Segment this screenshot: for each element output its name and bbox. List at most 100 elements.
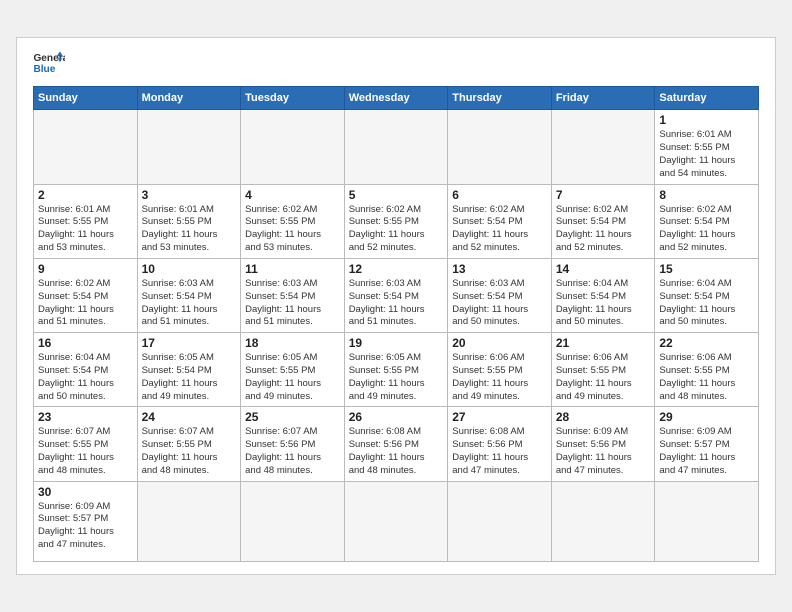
day-info: Sunrise: 6:05 AMSunset: 5:55 PMDaylight:…	[245, 352, 340, 403]
day-number: 9	[38, 262, 133, 276]
calendar-cell: 19 Sunrise: 6:05 AMSunset: 5:55 PMDayligh…	[344, 333, 448, 407]
day-info: Sunrise: 6:07 AMSunset: 5:56 PMDaylight:…	[245, 426, 340, 477]
day-number: 20	[452, 336, 547, 350]
day-info: Sunrise: 6:08 AMSunset: 5:56 PMDaylight:…	[349, 426, 444, 477]
day-number: 3	[142, 188, 237, 202]
calendar-cell	[137, 110, 241, 184]
weekday-header-saturday: Saturday	[655, 87, 759, 110]
day-number: 10	[142, 262, 237, 276]
day-number: 17	[142, 336, 237, 350]
day-info: Sunrise: 6:07 AMSunset: 5:55 PMDaylight:…	[38, 426, 133, 477]
day-info: Sunrise: 6:07 AMSunset: 5:55 PMDaylight:…	[142, 426, 237, 477]
calendar-table: SundayMondayTuesdayWednesdayThursdayFrid…	[33, 86, 759, 561]
calendar-cell: 28 Sunrise: 6:09 AMSunset: 5:56 PMDayligh…	[551, 407, 655, 481]
calendar-cell: 14Sunrise: 6:04 AMSunset: 5:54 PMDayligh…	[551, 258, 655, 332]
calendar-cell	[448, 110, 552, 184]
calendar-cell: 25 Sunrise: 6:07 AMSunset: 5:56 PMDayligh…	[241, 407, 345, 481]
day-number: 26	[349, 410, 444, 424]
weekday-header-thursday: Thursday	[448, 87, 552, 110]
day-number: 2	[38, 188, 133, 202]
day-info: Sunrise: 6:03 AMSunset: 5:54 PMDaylight:…	[245, 278, 340, 329]
calendar-cell: 30 Sunrise: 6:09 AMSunset: 5:57 PMDayligh…	[34, 481, 138, 561]
day-number: 23	[38, 410, 133, 424]
calendar-cell: 20 Sunrise: 6:06 AMSunset: 5:55 PMDayligh…	[448, 333, 552, 407]
day-number: 24	[142, 410, 237, 424]
day-info: Sunrise: 6:02 AMSunset: 5:55 PMDaylight:…	[349, 204, 444, 255]
calendar-cell: 23 Sunrise: 6:07 AMSunset: 5:55 PMDayligh…	[34, 407, 138, 481]
day-info: Sunrise: 6:01 AMSunset: 5:55 PMDaylight:…	[659, 129, 754, 180]
day-number: 12	[349, 262, 444, 276]
logo-icon: General Blue	[33, 50, 65, 78]
calendar-cell: 7 Sunrise: 6:02 AMSunset: 5:54 PMDaylight…	[551, 184, 655, 258]
calendar-cell	[344, 110, 448, 184]
calendar-cell: 15 Sunrise: 6:04 AMSunset: 5:54 PMDayligh…	[655, 258, 759, 332]
calendar-cell	[34, 110, 138, 184]
calendar-cell: 4 Sunrise: 6:02 AMSunset: 5:55 PMDaylight…	[241, 184, 345, 258]
calendar-cell: 10 Sunrise: 6:03 AMSunset: 5:54 PMDayligh…	[137, 258, 241, 332]
day-info: Sunrise: 6:06 AMSunset: 5:55 PMDaylight:…	[659, 352, 754, 403]
calendar-cell: 1 Sunrise: 6:01 AMSunset: 5:55 PMDaylight…	[655, 110, 759, 184]
day-info: Sunrise: 6:01 AMSunset: 5:55 PMDaylight:…	[142, 204, 237, 255]
day-info: Sunrise: 6:01 AMSunset: 5:55 PMDaylight:…	[38, 204, 133, 255]
calendar-cell: 6 Sunrise: 6:02 AMSunset: 5:54 PMDaylight…	[448, 184, 552, 258]
calendar-cell: 21 Sunrise: 6:06 AMSunset: 5:55 PMDayligh…	[551, 333, 655, 407]
day-number: 28	[556, 410, 651, 424]
calendar-cell	[655, 481, 759, 561]
logo: General Blue	[33, 50, 65, 78]
day-number: 22	[659, 336, 754, 350]
calendar-cell	[551, 110, 655, 184]
day-number: 1	[659, 113, 754, 127]
day-info: Sunrise: 6:02 AMSunset: 5:54 PMDaylight:…	[556, 204, 651, 255]
day-number: 6	[452, 188, 547, 202]
calendar-cell: 5Sunrise: 6:02 AMSunset: 5:55 PMDaylight…	[344, 184, 448, 258]
weekday-header-sunday: Sunday	[34, 87, 138, 110]
day-info: Sunrise: 6:02 AMSunset: 5:54 PMDaylight:…	[452, 204, 547, 255]
calendar-cell	[241, 481, 345, 561]
weekday-header-monday: Monday	[137, 87, 241, 110]
day-info: Sunrise: 6:06 AMSunset: 5:55 PMDaylight:…	[452, 352, 547, 403]
calendar-cell	[344, 481, 448, 561]
calendar-header: General Blue	[33, 50, 759, 78]
day-number: 21	[556, 336, 651, 350]
day-info: Sunrise: 6:03 AMSunset: 5:54 PMDaylight:…	[349, 278, 444, 329]
day-info: Sunrise: 6:09 AMSunset: 5:57 PMDaylight:…	[38, 501, 133, 552]
calendar-cell: 13Sunrise: 6:03 AMSunset: 5:54 PMDayligh…	[448, 258, 552, 332]
calendar-cell: 3 Sunrise: 6:01 AMSunset: 5:55 PMDaylight…	[137, 184, 241, 258]
calendar-container: General Blue SundayMondayTuesdayWednesda…	[16, 37, 776, 574]
day-number: 8	[659, 188, 754, 202]
day-info: Sunrise: 6:09 AMSunset: 5:56 PMDaylight:…	[556, 426, 651, 477]
day-number: 13	[452, 262, 547, 276]
calendar-cell	[137, 481, 241, 561]
day-number: 27	[452, 410, 547, 424]
calendar-cell	[448, 481, 552, 561]
calendar-cell: 22 Sunrise: 6:06 AMSunset: 5:55 PMDayligh…	[655, 333, 759, 407]
calendar-cell: 11 Sunrise: 6:03 AMSunset: 5:54 PMDayligh…	[241, 258, 345, 332]
calendar-cell: 16Sunrise: 6:04 AMSunset: 5:54 PMDayligh…	[34, 333, 138, 407]
day-info: Sunrise: 6:04 AMSunset: 5:54 PMDaylight:…	[659, 278, 754, 329]
day-number: 7	[556, 188, 651, 202]
weekday-header-wednesday: Wednesday	[344, 87, 448, 110]
day-number: 25	[245, 410, 340, 424]
day-info: Sunrise: 6:06 AMSunset: 5:55 PMDaylight:…	[556, 352, 651, 403]
day-info: Sunrise: 6:04 AMSunset: 5:54 PMDaylight:…	[556, 278, 651, 329]
day-info: Sunrise: 6:05 AMSunset: 5:54 PMDaylight:…	[142, 352, 237, 403]
calendar-cell	[241, 110, 345, 184]
day-number: 29	[659, 410, 754, 424]
day-info: Sunrise: 6:02 AMSunset: 5:55 PMDaylight:…	[245, 204, 340, 255]
day-info: Sunrise: 6:02 AMSunset: 5:54 PMDaylight:…	[38, 278, 133, 329]
day-number: 4	[245, 188, 340, 202]
calendar-cell: 17 Sunrise: 6:05 AMSunset: 5:54 PMDayligh…	[137, 333, 241, 407]
calendar-cell: 27 Sunrise: 6:08 AMSunset: 5:56 PMDayligh…	[448, 407, 552, 481]
calendar-cell: 18Sunrise: 6:05 AMSunset: 5:55 PMDayligh…	[241, 333, 345, 407]
day-info: Sunrise: 6:03 AMSunset: 5:54 PMDaylight:…	[142, 278, 237, 329]
calendar-cell: 29 Sunrise: 6:09 AMSunset: 5:57 PMDayligh…	[655, 407, 759, 481]
day-info: Sunrise: 6:08 AMSunset: 5:56 PMDaylight:…	[452, 426, 547, 477]
day-number: 19	[349, 336, 444, 350]
day-number: 11	[245, 262, 340, 276]
day-info: Sunrise: 6:02 AMSunset: 5:54 PMDaylight:…	[659, 204, 754, 255]
day-number: 30	[38, 485, 133, 499]
day-info: Sunrise: 6:09 AMSunset: 5:57 PMDaylight:…	[659, 426, 754, 477]
day-info: Sunrise: 6:05 AMSunset: 5:55 PMDaylight:…	[349, 352, 444, 403]
calendar-cell: 26 Sunrise: 6:08 AMSunset: 5:56 PMDayligh…	[344, 407, 448, 481]
day-number: 15	[659, 262, 754, 276]
